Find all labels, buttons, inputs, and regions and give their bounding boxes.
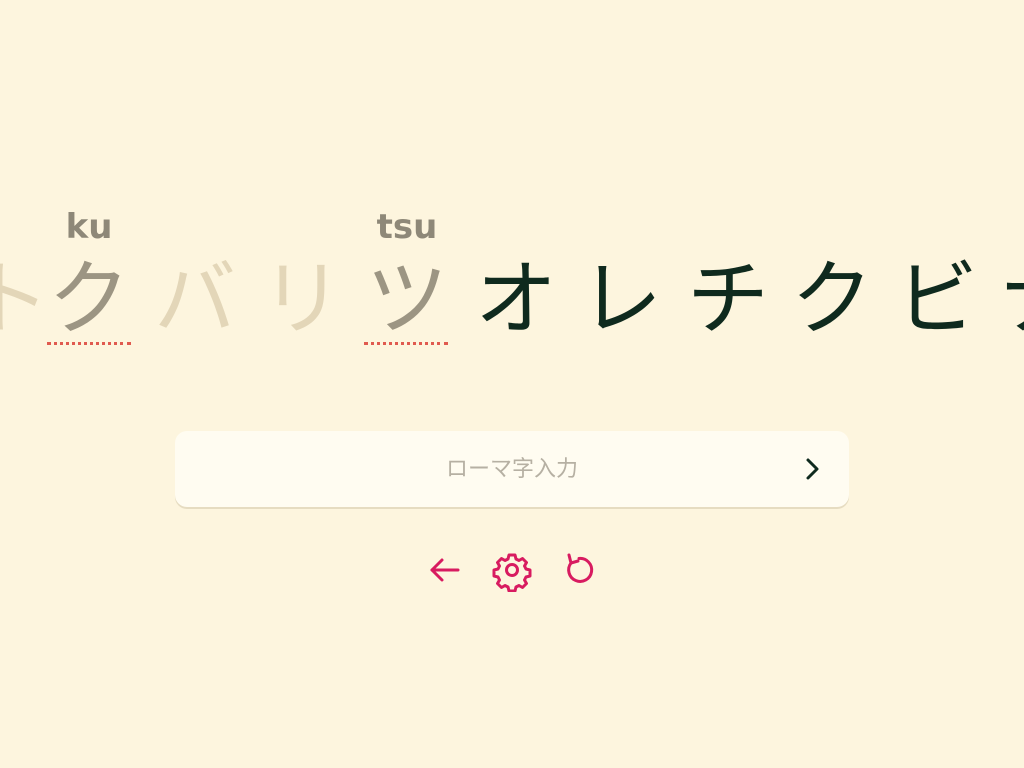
kana-char: リ (260, 252, 343, 347)
kana-char: ツ (365, 252, 448, 347)
miss-underline (47, 342, 131, 345)
romaji-input-bar (175, 431, 849, 507)
restart-icon (567, 553, 594, 583)
kana-char: ビ (895, 252, 978, 347)
kana-char: ナ (990, 250, 1024, 350)
back-button[interactable] (422, 548, 466, 592)
kana-char: バ (153, 252, 236, 347)
romaji-hint: tsu (376, 207, 438, 247)
gear-icon (492, 553, 532, 593)
romaji-hint: ku (65, 207, 113, 247)
miss-underline (364, 342, 448, 345)
romaji-input[interactable] (175, 431, 849, 507)
kana-strip: ト ku ク バ リ tsu ツ オ レ チ ク ビ ナ (0, 0, 1024, 400)
kana-char: オ (474, 252, 557, 347)
kana-char: レ (579, 252, 662, 347)
restart-button[interactable] (557, 548, 601, 592)
kana-char: チ (686, 252, 769, 347)
chevron-right-icon (806, 458, 819, 480)
settings-button[interactable] (490, 548, 534, 593)
submit-button[interactable] (795, 451, 831, 487)
kana-char: ク (790, 252, 873, 347)
control-bar (0, 548, 1024, 593)
kana-char: ク (47, 252, 130, 347)
arrow-left-icon (430, 558, 460, 582)
